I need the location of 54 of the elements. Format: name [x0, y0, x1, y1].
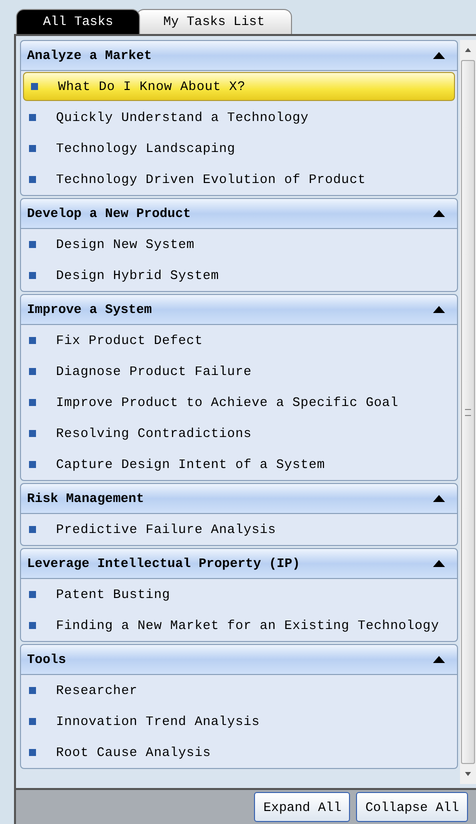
scrollbar[interactable]: [460, 40, 476, 784]
collapse-all-button[interactable]: Collapse All: [356, 792, 468, 822]
task-item[interactable]: Researcher: [21, 675, 457, 706]
task-item[interactable]: Innovation Trend Analysis: [21, 706, 457, 737]
task-item[interactable]: Technology Landscaping: [21, 133, 457, 164]
task-item[interactable]: Root Cause Analysis: [21, 737, 457, 768]
task-item[interactable]: Technology Driven Evolution of Product: [21, 164, 457, 195]
task-item[interactable]: Resolving Contradictions: [21, 418, 457, 449]
collapse-arrow-icon: [433, 656, 445, 663]
scroll-thumb[interactable]: [461, 60, 475, 764]
bullet-icon: [29, 272, 36, 279]
bullet-icon: [29, 399, 36, 406]
scroll-up-icon[interactable]: [465, 48, 471, 52]
bullet-icon: [29, 241, 36, 248]
bullet-icon: [29, 114, 36, 121]
collapse-arrow-icon: [433, 52, 445, 59]
group-header[interactable]: Analyze a Market: [21, 41, 457, 71]
bullet-icon: [29, 461, 36, 468]
expand-all-button[interactable]: Expand All: [254, 792, 350, 822]
task-item[interactable]: What Do I Know About X?: [23, 72, 455, 101]
bullet-icon: [31, 83, 38, 90]
collapse-arrow-icon: [433, 210, 445, 217]
bullet-icon: [29, 337, 36, 344]
group-header[interactable]: Develop a New Product: [21, 199, 457, 229]
group-header[interactable]: Improve a System: [21, 295, 457, 325]
tab[interactable]: All Tasks: [16, 9, 140, 34]
collapse-arrow-icon: [433, 560, 445, 567]
task-item[interactable]: Improve Product to Achieve a Specific Goal: [21, 387, 457, 418]
task-item[interactable]: Capture Design Intent of a System: [21, 449, 457, 480]
bullet-icon: [29, 430, 36, 437]
task-item[interactable]: Design Hybrid System: [21, 260, 457, 291]
task-item[interactable]: Patent Busting: [21, 579, 457, 610]
task-item[interactable]: Quickly Understand a Technology: [21, 102, 457, 133]
collapse-arrow-icon: [433, 495, 445, 502]
task-item[interactable]: Predictive Failure Analysis: [21, 514, 457, 545]
bullet-icon: [29, 176, 36, 183]
collapse-arrow-icon: [433, 306, 445, 313]
bullet-icon: [29, 145, 36, 152]
bullet-icon: [29, 622, 36, 629]
bullet-icon: [29, 591, 36, 598]
task-item[interactable]: Design New System: [21, 229, 457, 260]
group-header[interactable]: Leverage Intellectual Property (IP): [21, 549, 457, 579]
bullet-icon: [29, 687, 36, 694]
bullet-icon: [29, 718, 36, 725]
task-item[interactable]: Diagnose Product Failure: [21, 356, 457, 387]
bullet-icon: [29, 368, 36, 375]
scroll-down-icon[interactable]: [465, 772, 471, 776]
task-item[interactable]: Finding a New Market for an Existing Technology: [21, 610, 457, 641]
bullet-icon: [29, 526, 36, 533]
tab[interactable]: My Tasks List: [136, 9, 292, 34]
group-header[interactable]: Tools: [21, 645, 457, 675]
group-header[interactable]: Risk Management: [21, 484, 457, 514]
bullet-icon: [29, 749, 36, 756]
task-item[interactable]: Fix Product Defect: [21, 325, 457, 356]
